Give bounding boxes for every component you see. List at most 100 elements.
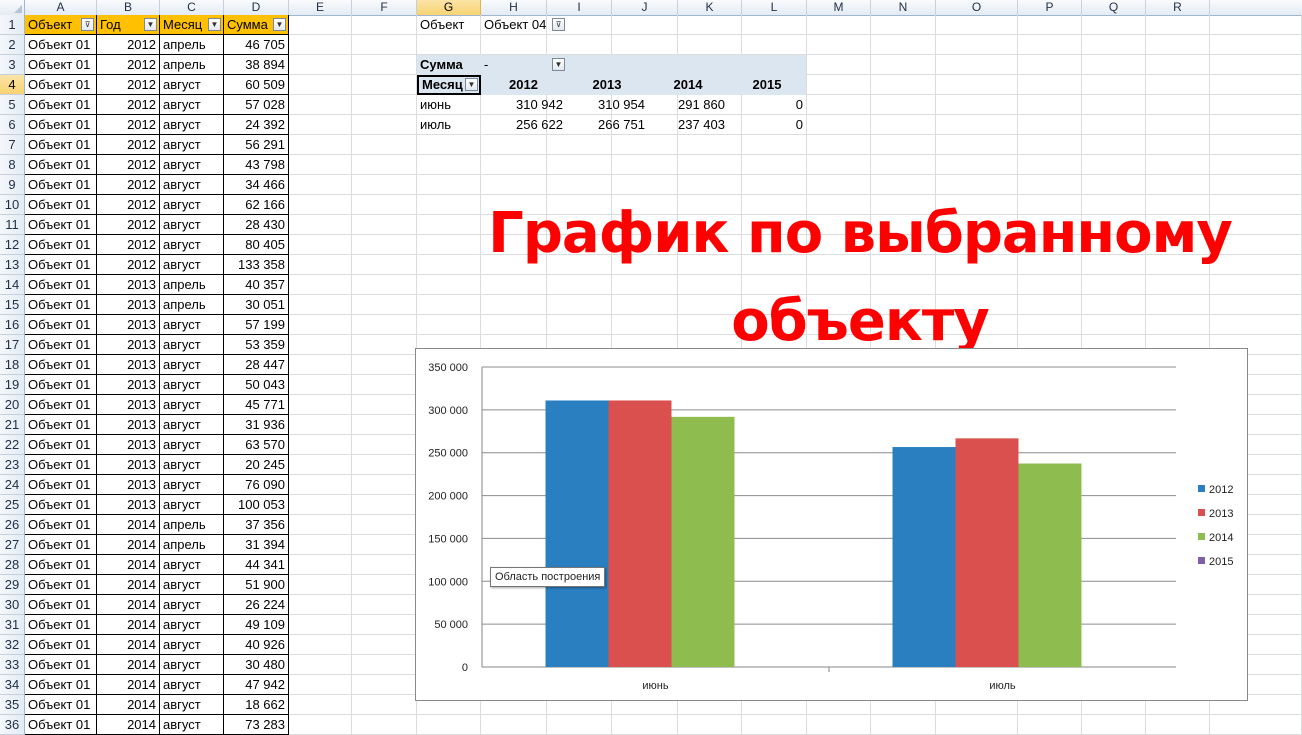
table-cell[interactable]: 49 109 (224, 615, 289, 635)
table-cell[interactable]: Объект 01 (25, 435, 97, 455)
table-cell[interactable]: август (160, 655, 224, 675)
table-cell[interactable]: 2013 (97, 475, 160, 495)
table-cell[interactable]: август (160, 195, 224, 215)
table-cell[interactable]: август (160, 435, 224, 455)
column-header-l[interactable]: L (742, 0, 807, 15)
table-cell[interactable]: апрель (160, 535, 224, 555)
table-cell[interactable]: 2014 (97, 515, 160, 535)
table-cell[interactable]: апрель (160, 55, 224, 75)
row-header-1[interactable]: 1 (0, 15, 25, 35)
table-cell[interactable]: 2014 (97, 555, 160, 575)
pivot-value[interactable]: 310 954 (566, 95, 648, 115)
table-cell[interactable]: 2013 (97, 435, 160, 455)
table-cell[interactable]: август (160, 255, 224, 275)
table-cell[interactable]: 57 199 (224, 315, 289, 335)
table-cell[interactable]: Объект 01 (25, 575, 97, 595)
row-header-21[interactable]: 21 (0, 415, 25, 435)
table-cell[interactable]: август (160, 415, 224, 435)
table-cell[interactable]: Объект 01 (25, 655, 97, 675)
table-cell[interactable]: 2014 (97, 575, 160, 595)
row-header-6[interactable]: 6 (0, 115, 25, 135)
table-cell[interactable]: Объект 01 (25, 395, 97, 415)
table-cell[interactable]: 2012 (97, 35, 160, 55)
table-cell[interactable]: 30 480 (224, 655, 289, 675)
table-cell[interactable]: 2014 (97, 535, 160, 555)
column-header-e[interactable]: E (289, 0, 352, 15)
table-cell[interactable]: 30 051 (224, 295, 289, 315)
table-cell[interactable]: Объект 01 (25, 115, 97, 135)
table-cell[interactable]: Объект 01 (25, 75, 97, 95)
column-header-r[interactable]: R (1146, 0, 1210, 15)
row-header-22[interactable]: 22 (0, 435, 25, 455)
table-cell[interactable]: 2012 (97, 175, 160, 195)
row-header-35[interactable]: 35 (0, 695, 25, 715)
table-cell[interactable]: август (160, 75, 224, 95)
filter-dropdown-icon[interactable]: ▼ (208, 18, 221, 31)
row-header-26[interactable]: 26 (0, 515, 25, 535)
table-cell[interactable]: 2014 (97, 655, 160, 675)
table-cell[interactable]: август (160, 675, 224, 695)
table-cell[interactable]: Объект 01 (25, 255, 97, 275)
table-cell[interactable]: 2012 (97, 255, 160, 275)
column-header-d[interactable]: D (224, 0, 289, 15)
table-header-0[interactable]: Объект ⊽ (25, 15, 97, 35)
table-cell[interactable]: 73 283 (224, 715, 289, 735)
table-cell[interactable]: Объект 01 (25, 455, 97, 475)
table-cell[interactable]: Объект 01 (25, 635, 97, 655)
table-cell[interactable]: Объект 01 (25, 55, 97, 75)
table-cell[interactable]: август (160, 395, 224, 415)
table-cell[interactable]: апрель (160, 295, 224, 315)
table-cell[interactable]: Объект 01 (25, 375, 97, 395)
row-header-20[interactable]: 20 (0, 395, 25, 415)
row-header-18[interactable]: 18 (0, 355, 25, 375)
pivot-value[interactable]: 266 751 (566, 115, 648, 135)
table-cell[interactable]: Объект 01 (25, 235, 97, 255)
row-header-36[interactable]: 36 (0, 715, 25, 735)
row-header-10[interactable]: 10 (0, 195, 25, 215)
table-header-1[interactable]: Год ▼ (97, 15, 160, 35)
table-cell[interactable]: август (160, 115, 224, 135)
pivot-year-header[interactable]: 2013 (566, 75, 648, 95)
table-cell[interactable]: 2012 (97, 235, 160, 255)
filter-dropdown-icon[interactable]: ▼ (273, 18, 286, 31)
table-cell[interactable]: Объект 01 (25, 475, 97, 495)
table-cell[interactable]: 2012 (97, 95, 160, 115)
table-cell[interactable]: 2013 (97, 315, 160, 335)
pivot-filter-label[interactable]: Объект (417, 15, 481, 35)
table-cell[interactable]: август (160, 335, 224, 355)
table-cell[interactable]: апрель (160, 515, 224, 535)
table-cell[interactable]: 2013 (97, 335, 160, 355)
table-cell[interactable]: август (160, 95, 224, 115)
table-cell[interactable]: 76 090 (224, 475, 289, 495)
table-cell[interactable]: 43 798 (224, 155, 289, 175)
filter-dropdown-icon[interactable]: ▼ (144, 18, 157, 31)
row-header-3[interactable]: 3 (0, 55, 25, 75)
table-cell[interactable]: август (160, 455, 224, 475)
row-header-17[interactable]: 17 (0, 335, 25, 355)
row-header-16[interactable]: 16 (0, 315, 25, 335)
table-cell[interactable]: Объект 01 (25, 715, 97, 735)
table-cell[interactable]: Объект 01 (25, 195, 97, 215)
row-header-5[interactable]: 5 (0, 95, 25, 115)
row-header-19[interactable]: 19 (0, 375, 25, 395)
table-cell[interactable]: август (160, 375, 224, 395)
table-cell[interactable]: Объект 01 (25, 675, 97, 695)
table-cell[interactable]: август (160, 635, 224, 655)
table-cell[interactable]: 45 771 (224, 395, 289, 415)
table-cell[interactable]: 2013 (97, 415, 160, 435)
row-header-11[interactable]: 11 (0, 215, 25, 235)
table-cell[interactable]: 18 662 (224, 695, 289, 715)
table-cell[interactable]: 60 509 (224, 75, 289, 95)
table-cell[interactable]: 63 570 (224, 435, 289, 455)
table-cell[interactable]: 24 392 (224, 115, 289, 135)
table-cell[interactable]: 133 358 (224, 255, 289, 275)
table-cell[interactable]: 2013 (97, 355, 160, 375)
row-header-8[interactable]: 8 (0, 155, 25, 175)
row-header-7[interactable]: 7 (0, 135, 25, 155)
row-header-30[interactable]: 30 (0, 595, 25, 615)
table-cell[interactable]: август (160, 475, 224, 495)
table-cell[interactable]: 50 043 (224, 375, 289, 395)
table-cell[interactable]: 40 926 (224, 635, 289, 655)
column-header-f[interactable]: F (352, 0, 417, 15)
row-header-33[interactable]: 33 (0, 655, 25, 675)
